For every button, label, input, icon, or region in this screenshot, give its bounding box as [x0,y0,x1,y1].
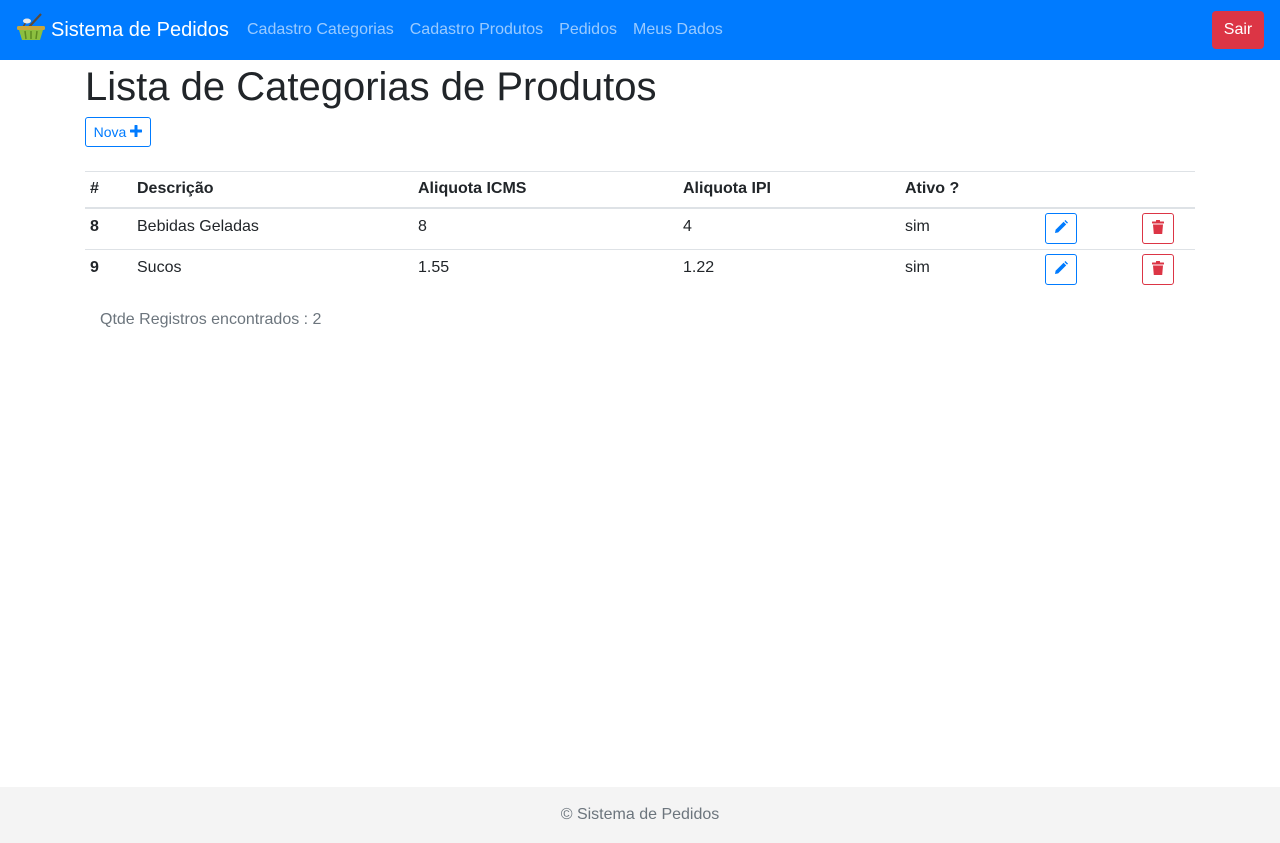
trash-icon [1152,261,1164,278]
footer: © Sistema de Pedidos [0,787,1280,843]
cell-icms: 1.55 [418,259,450,276]
header-ativo: Ativo ? [905,180,960,198]
nav-link-pedidos[interactable]: Pedidos [559,19,617,41]
cell-id: 8 [90,217,99,235]
new-button-label: Nova [93,124,127,140]
page-title: Lista de Categorias de Produtos [85,65,657,109]
header-id: # [90,180,99,198]
record-count: Qtde Registros encontrados : 2 [100,311,322,328]
pencil-icon [1054,219,1068,237]
new-category-button[interactable]: Nova [85,117,151,147]
navbar: Sistema de Pedidos Cadastro Categorias C… [0,0,1280,60]
header-aliquota-icms: Aliquota ICMS [418,180,527,198]
delete-button[interactable] [1142,254,1174,285]
basket-icon [16,13,51,47]
header-descricao: Descrição [137,180,214,198]
header-delete [1137,172,1195,208]
delete-button[interactable] [1142,212,1174,244]
nav-links: Cadastro Categorias Cadastro Produtos Pe… [247,19,739,41]
footer-text: © Sistema de Pedidos [560,806,720,823]
nav-link-meus-dados[interactable]: Meus Dados [633,19,723,41]
cell-ativo: sim [905,217,930,235]
table-header-row: # Descrição Aliquota ICMS Aliquota IPI A… [85,171,1195,208]
brand-title: Sistema de Pedidos [51,18,229,41]
header-aliquota-ipi: Aliquota IPI [683,180,771,198]
table-row: 8 Bebidas Geladas 8 4 sim [85,208,1195,250]
trash-icon [1152,219,1164,237]
nav-link-cadastro-categorias[interactable]: Cadastro Categorias [247,19,394,41]
cell-ipi: 1.22 [683,259,715,276]
cell-ativo: sim [905,259,930,276]
edit-button[interactable] [1045,212,1077,244]
cell-delete [1137,208,1195,250]
cell-edit [1040,250,1137,292]
brand-link[interactable]: Sistema de Pedidos [16,13,229,47]
nav-link-cadastro-produtos[interactable]: Cadastro Produtos [410,19,543,41]
cell-ipi: 4 [683,217,692,235]
cell-descricao: Sucos [137,259,182,276]
cell-delete [1137,250,1195,292]
table-row: 9 Sucos 1.55 1.22 sim [85,250,1195,292]
categories-table: # Descrição Aliquota ICMS Aliquota IPI A… [85,171,1195,292]
cell-edit [1040,208,1137,250]
pencil-icon [1054,261,1068,278]
logout-button[interactable]: Sair [1212,11,1264,49]
header-edit [1040,172,1137,208]
cell-icms: 8 [418,217,427,235]
edit-button[interactable] [1045,254,1077,285]
cell-id: 9 [90,259,99,276]
plus-icon [130,124,143,140]
cell-descricao: Bebidas Geladas [137,217,259,235]
